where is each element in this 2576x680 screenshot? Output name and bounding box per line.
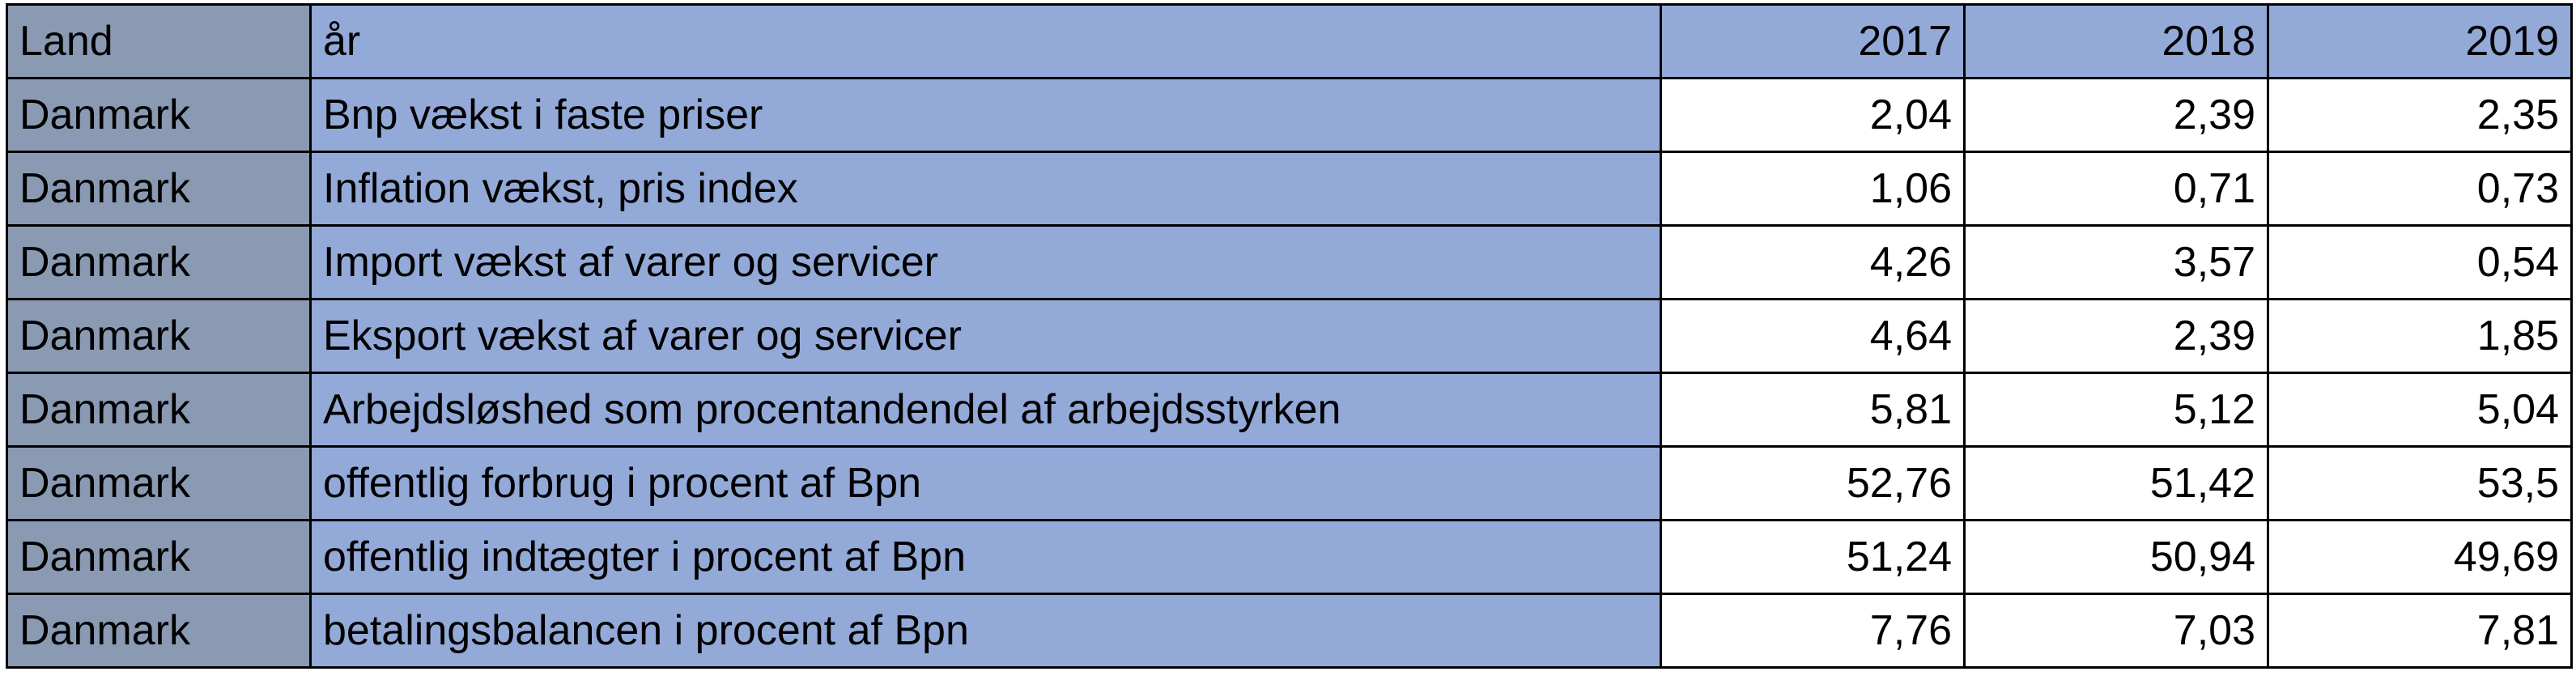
cell-land[interactable]: Danmark	[6, 298, 312, 374]
cell-value[interactable]: 7,03	[1963, 593, 2269, 669]
cell-value[interactable]: 1,06	[1660, 151, 1966, 227]
table-row: Danmark offentlig forbrug i procent af Bp…	[6, 445, 2573, 521]
cell-value[interactable]: 2,04	[1660, 77, 1966, 153]
table-row: Danmark Bnp vækst i faste priser 2,04 2,39 2…	[6, 77, 2573, 153]
cell-value[interactable]: 50,94	[1963, 519, 2269, 595]
cell-value[interactable]: 5,04	[2267, 372, 2573, 448]
table-row: Danmark Inflation vækst, pris index 1,06 0,…	[6, 151, 2573, 227]
cell-land[interactable]: Danmark	[6, 151, 312, 227]
cell-value[interactable]: 2,39	[1963, 77, 2269, 153]
header-2018[interactable]: 2018	[1963, 3, 2269, 79]
cell-indicator[interactable]: offentlig indtægter i procent af Bpn	[309, 519, 1662, 595]
header-2019[interactable]: 2019	[2267, 3, 2573, 79]
cell-value[interactable]: 2,39	[1963, 298, 2269, 374]
cell-land[interactable]: Danmark	[6, 224, 312, 300]
table-body: Land år 2017 2018 2019 Danmark Bnp vækst i fas…	[6, 3, 2573, 669]
cell-value[interactable]: 4,64	[1660, 298, 1966, 374]
cell-indicator[interactable]: Inflation vækst, pris index	[309, 151, 1662, 227]
cell-value[interactable]: 0,73	[2267, 151, 2573, 227]
cell-value[interactable]: 49,69	[2267, 519, 2573, 595]
cell-indicator[interactable]: Eksport vækst af varer og servicer	[309, 298, 1662, 374]
cell-value[interactable]: 51,42	[1963, 445, 2269, 521]
cell-indicator[interactable]: Arbejdsløshed som procentandendel af arb…	[309, 372, 1662, 448]
cell-value[interactable]: 0,54	[2267, 224, 2573, 300]
header-land[interactable]: Land	[6, 3, 312, 79]
cell-value[interactable]: 52,76	[1660, 445, 1966, 521]
cell-indicator[interactable]: offentlig forbrug i procent af Bpn	[309, 445, 1662, 521]
cell-value[interactable]: 1,85	[2267, 298, 2573, 374]
cell-value[interactable]: 7,76	[1660, 593, 1966, 669]
cell-value[interactable]: 2,35	[2267, 77, 2573, 153]
cell-indicator[interactable]: Bnp vækst i faste priser	[309, 77, 1662, 153]
cell-value[interactable]: 3,57	[1963, 224, 2269, 300]
data-table: Land år 2017 2018 2019 Danmark Bnp vækst i fas…	[6, 3, 2573, 669]
cell-value[interactable]: 53,5	[2267, 445, 2573, 521]
table-row: Danmark Arbejdsløshed som procentandendel…	[6, 372, 2573, 448]
table-row: Danmark offentlig indtægter i procent af …	[6, 519, 2573, 595]
header-row: Land år 2017 2018 2019	[6, 3, 2573, 79]
cell-value[interactable]: 0,71	[1963, 151, 2269, 227]
header-year-label[interactable]: år	[309, 3, 1662, 79]
cell-indicator[interactable]: betalingsbalancen i procent af Bpn	[309, 593, 1662, 669]
cell-value[interactable]: 5,12	[1963, 372, 2269, 448]
cell-value[interactable]: 5,81	[1660, 372, 1966, 448]
cell-value[interactable]: 4,26	[1660, 224, 1966, 300]
header-2017[interactable]: 2017	[1660, 3, 1966, 79]
cell-value[interactable]: 7,81	[2267, 593, 2573, 669]
table-row: Danmark Import vækst af varer og servicer…	[6, 224, 2573, 300]
cell-indicator[interactable]: Import vækst af varer og servicer	[309, 224, 1662, 300]
table-row: Danmark betalingsbalancen i procent af Bp…	[6, 593, 2573, 669]
cell-land[interactable]: Danmark	[6, 593, 312, 669]
table-row: Danmark Eksport vækst af varer og service…	[6, 298, 2573, 374]
cell-land[interactable]: Danmark	[6, 519, 312, 595]
cell-land[interactable]: Danmark	[6, 372, 312, 448]
cell-value[interactable]: 51,24	[1660, 519, 1966, 595]
cell-land[interactable]: Danmark	[6, 77, 312, 153]
cell-land[interactable]: Danmark	[6, 445, 312, 521]
